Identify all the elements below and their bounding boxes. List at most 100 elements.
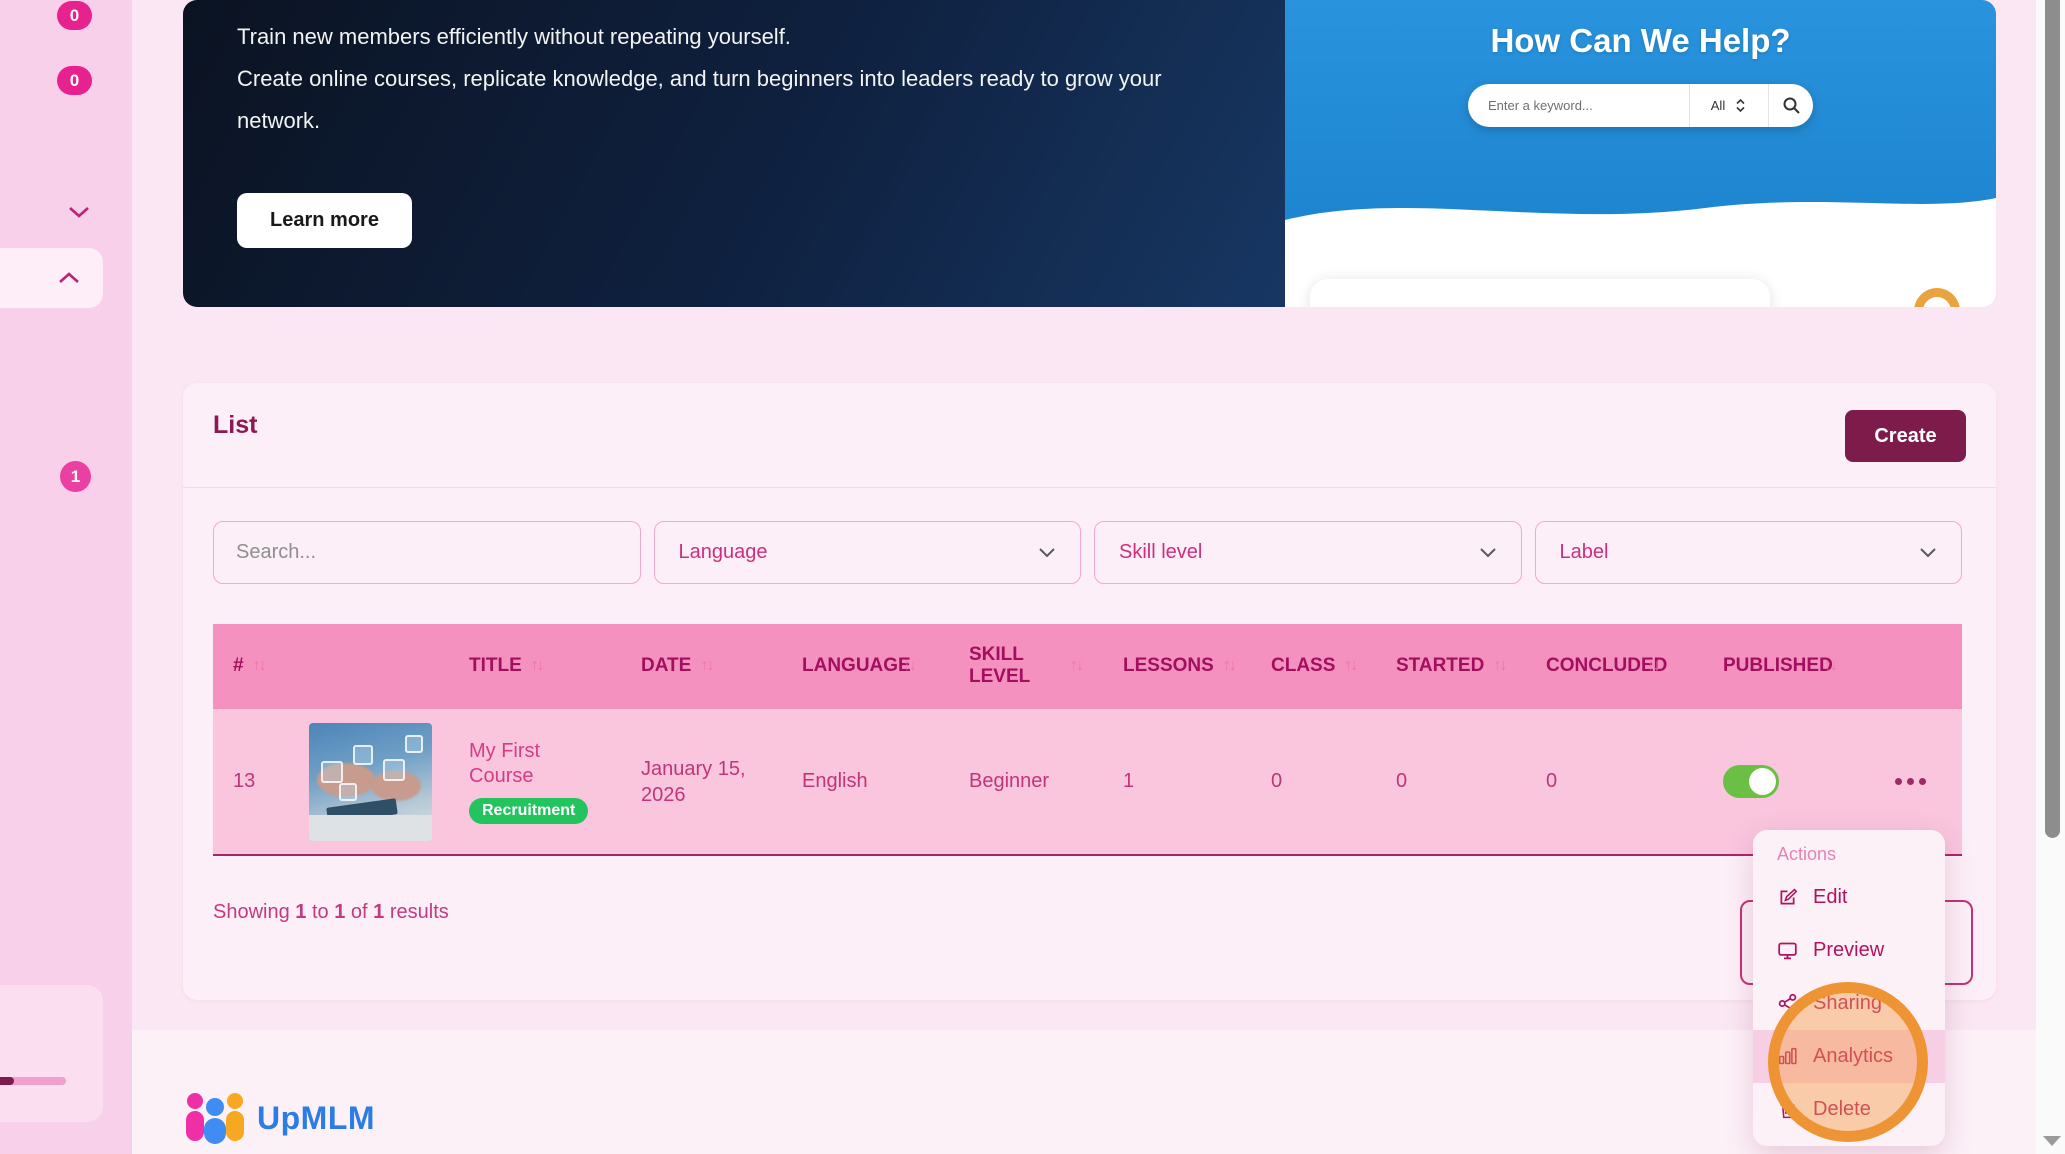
- sort-icon: ↑↓: [1222, 657, 1237, 674]
- help-search-button[interactable]: [1769, 84, 1813, 127]
- hero-text: Train new members efficiently without re…: [237, 16, 1217, 142]
- hero-line-1: Train new members efficiently without re…: [237, 24, 791, 49]
- menu-item-edit[interactable]: Edit: [1753, 871, 1945, 924]
- row-id: 13: [233, 770, 256, 792]
- help-wave: [1285, 198, 1996, 243]
- lessons-count: 1: [1123, 770, 1135, 792]
- preview-icon: [1778, 942, 1797, 960]
- column-header-title[interactable]: TITLE ↑↓: [455, 624, 625, 708]
- course-thumbnail[interactable]: [309, 722, 432, 841]
- course-thumbnail-cell: [303, 709, 455, 854]
- page: Train new members efficiently without re…: [0, 0, 2065, 1154]
- skill-level-select[interactable]: Skill level: [1094, 521, 1522, 584]
- menu-item-analytics[interactable]: Analytics: [1753, 1030, 1945, 1083]
- notification-badge: 1: [60, 461, 91, 492]
- sort-icon: ↑↓: [1493, 657, 1507, 674]
- column-header-lessons[interactable]: LESSONS ↑↓: [1105, 624, 1255, 708]
- footer: UpMLM: [183, 1090, 375, 1146]
- search-input[interactable]: [214, 541, 640, 564]
- help-search-bar: All: [1468, 84, 1813, 127]
- column-header-language[interactable]: LANGUAGE ↑↓: [790, 624, 955, 708]
- filters-row: Language Skill level Label: [213, 521, 1962, 584]
- menu-item-preview[interactable]: Preview: [1753, 924, 1945, 977]
- chevron-up-icon: [59, 272, 79, 283]
- scrollbar-thumb[interactable]: [2045, 0, 2060, 838]
- brand-name: UpMLM: [257, 1099, 376, 1136]
- course-skill-level: Beginner: [969, 770, 1050, 792]
- hero-banner-left: Train new members efficiently without re…: [183, 0, 1285, 307]
- hero-banner: Train new members efficiently without re…: [183, 0, 1996, 307]
- course-date: January 15, 2026: [641, 757, 746, 806]
- learn-more-button[interactable]: Learn more: [237, 193, 412, 248]
- row-actions-menu-button[interactable]: [1895, 778, 1926, 785]
- sort-icon: ↑↓: [1070, 657, 1084, 674]
- edit-icon: [1780, 888, 1798, 905]
- table-header: # ↑↓ TITLE ↑↓ DATE ↑↓ LANGUAGE ↑↓ SKILL LEVE…: [213, 624, 1962, 708]
- toggle-knob: [1749, 768, 1776, 795]
- notification-badge: 0: [57, 66, 92, 95]
- menu-item-sharing[interactable]: Sharing: [1753, 977, 1945, 1030]
- scroll-down-arrow[interactable]: [2043, 1136, 2061, 1146]
- sort-icon: ↑↓: [700, 657, 714, 674]
- column-header-class[interactable]: CLASS ↑↓: [1255, 624, 1380, 708]
- spinner-icon: [1904, 278, 1970, 307]
- language-select-value: Language: [678, 541, 768, 563]
- column-header-started[interactable]: STARTED ↑↓: [1380, 624, 1530, 708]
- analytics-icon: [1778, 1047, 1797, 1065]
- column-header-date[interactable]: DATE ↑↓: [625, 624, 790, 708]
- column-header-concluded[interactable]: CONCLUDED ↑↓: [1530, 624, 1705, 708]
- started-count: 0: [1396, 770, 1408, 792]
- sort-icon: ↑↓: [1824, 657, 1838, 674]
- column-header-thumbnail: [303, 624, 455, 708]
- table-row: 13 My First Course Recruitment January 1…: [213, 708, 1962, 856]
- create-button[interactable]: Create: [1845, 410, 1966, 462]
- concluded-count: 0: [1546, 770, 1558, 792]
- sidebar: 0 0 1: [0, 0, 132, 1154]
- updown-icon: [1736, 98, 1745, 113]
- progress-bar: [0, 1077, 66, 1085]
- column-header-skill-level[interactable]: SKILL LEVEL ↑↓: [955, 624, 1105, 708]
- sort-icon: ↑↓: [1647, 657, 1661, 674]
- label-select[interactable]: Label: [1534, 521, 1962, 584]
- help-filter-select[interactable]: All: [1690, 84, 1768, 127]
- menu-item-delete[interactable]: Delete: [1753, 1083, 1945, 1136]
- chevron-down-icon: [1039, 548, 1055, 558]
- scrollbar: [2036, 0, 2065, 1154]
- skill-level-select-value: Skill level: [1119, 541, 1203, 563]
- search-icon: [1783, 97, 1800, 114]
- chevron-down-icon: [1479, 548, 1496, 558]
- brand-logo: [186, 1093, 244, 1144]
- sidebar-progress-card: [0, 985, 103, 1122]
- course-label-badge: Recruitment: [469, 798, 589, 824]
- sidebar-collapse-control[interactable]: [66, 203, 92, 221]
- progress-bar-fill: [0, 1077, 14, 1085]
- search-field: [213, 521, 641, 584]
- course-language: English: [802, 770, 868, 792]
- column-header-id[interactable]: # ↑↓: [213, 624, 303, 708]
- help-panel: How Can We Help? All: [1285, 0, 1996, 307]
- column-header-actions: [1855, 624, 1962, 708]
- course-title-cell: My First Course Recruitment: [455, 709, 625, 854]
- class-count: 0: [1271, 770, 1283, 792]
- actions-menu-label: Actions: [1777, 844, 1837, 864]
- help-search-input[interactable]: [1468, 98, 1689, 113]
- hero-line-2: Create online courses, replicate knowled…: [237, 66, 1162, 133]
- label-select-value: Label: [1559, 541, 1609, 563]
- published-toggle[interactable]: [1723, 765, 1779, 798]
- results-summary: Showing 1 to 1 of 1 results: [213, 901, 449, 923]
- sort-icon: ↑↓: [1344, 657, 1358, 674]
- language-select[interactable]: Language: [653, 521, 1081, 584]
- course-title-link[interactable]: My First Course: [469, 739, 581, 789]
- sort-icon: ↑↓: [252, 657, 267, 674]
- help-title: How Can We Help?: [1490, 22, 1791, 59]
- help-card: [1310, 279, 1770, 307]
- list-card: List Create Language Skill level Label: [183, 383, 1996, 1000]
- sort-icon: ↑↓: [903, 657, 917, 674]
- sidebar-expander-panel[interactable]: [0, 248, 103, 308]
- column-header-published[interactable]: PUBLISHED ↑↓: [1705, 624, 1855, 708]
- sort-icon: ↑↓: [530, 657, 545, 674]
- chevron-down-icon: [69, 207, 89, 218]
- page-title: List: [213, 411, 258, 439]
- delete-icon: [1780, 1102, 1795, 1119]
- chevron-down-icon: [1920, 548, 1936, 558]
